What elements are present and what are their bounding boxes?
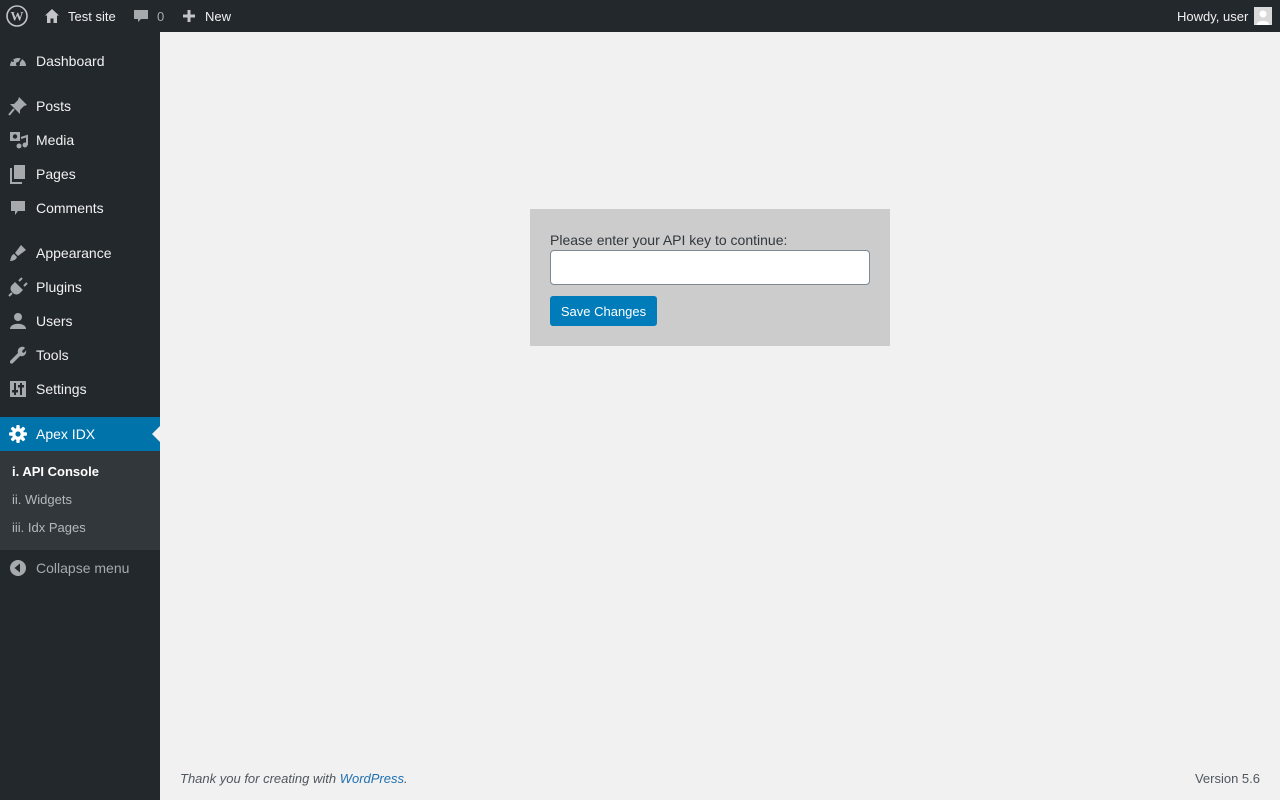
api-key-panel: Please enter your API key to continue: S…	[530, 209, 890, 346]
svg-text:W: W	[11, 9, 24, 24]
sidebar-item-dashboard[interactable]: Dashboard	[0, 44, 160, 78]
wordpress-logo-icon: W	[6, 5, 28, 27]
sidebar-item-users[interactable]: Users	[0, 304, 160, 338]
pin-icon	[8, 97, 27, 116]
wordpress-logo-button[interactable]: W	[6, 0, 28, 32]
sidebar-item-label: Media	[36, 132, 75, 148]
site-name-link[interactable]: Test site	[43, 0, 116, 32]
save-changes-button[interactable]: Save Changes	[550, 296, 657, 326]
sidebar-item-apex-idx[interactable]: Apex IDX	[0, 417, 160, 451]
settings-icon	[10, 381, 26, 397]
media-icon	[10, 132, 28, 149]
howdy-text: Howdy, user	[1177, 8, 1249, 24]
sidebar-item-label: Tools	[36, 347, 69, 363]
my-account-link[interactable]: Howdy, user	[1177, 0, 1273, 32]
brush-icon	[10, 245, 26, 261]
site-name: Test site	[68, 8, 116, 24]
sidebar-item-media[interactable]: Media	[0, 123, 160, 157]
sidebar-item-pages[interactable]: Pages	[0, 157, 160, 191]
dashboard-icon	[10, 55, 26, 66]
submenu-item-widgets[interactable]: ii. Widgets	[12, 492, 72, 507]
gear-icon	[9, 425, 27, 443]
sidebar-item-label: Apex IDX	[36, 426, 96, 442]
admin-bar: W Test site 0 New Howdy, user	[0, 0, 1280, 32]
plugin-icon	[8, 277, 28, 297]
footer-thanks-suffix: .	[404, 771, 408, 786]
footer-thanks: Thank you for creating with WordPress.	[180, 771, 408, 786]
sidebar-item-appearance[interactable]: Appearance	[0, 236, 160, 270]
apex-idx-submenu: i. API Console ii. Widgets iii. Idx Page…	[0, 451, 160, 550]
comments-link[interactable]: 0	[133, 0, 164, 32]
api-key-input[interactable]	[550, 250, 870, 285]
comments-count: 0	[157, 8, 165, 24]
collapse-arrow-icon	[10, 560, 26, 576]
sidebar-item-plugins[interactable]: Plugins	[0, 270, 160, 304]
new-content-link[interactable]: New	[181, 0, 231, 32]
wrench-icon	[10, 346, 27, 364]
sidebar-item-label: Dashboard	[36, 53, 105, 69]
plus-icon	[183, 10, 195, 22]
new-label: New	[205, 8, 232, 24]
collapse-menu-label: Collapse menu	[36, 560, 130, 576]
api-key-label: Please enter your API key to continue:	[550, 232, 788, 248]
sidebar-item-posts[interactable]: Posts	[0, 89, 160, 123]
current-menu-arrow	[152, 426, 160, 442]
wordpress-link[interactable]: WordPress	[340, 771, 404, 786]
sidebar-item-label: Comments	[36, 200, 104, 216]
sidebar-item-label: Plugins	[36, 279, 82, 295]
sidebar-item-settings[interactable]: Settings	[0, 372, 160, 406]
sidebar-item-label: Pages	[36, 166, 76, 182]
user-icon	[10, 313, 26, 329]
sidebar-item-tools[interactable]: Tools	[0, 338, 160, 372]
submenu-item-idx-pages[interactable]: iii. Idx Pages	[12, 520, 86, 535]
pages-icon	[10, 165, 25, 184]
avatar	[1254, 7, 1273, 25]
collapse-menu-button[interactable]: Collapse menu	[0, 551, 160, 585]
sidebar-item-label: Users	[36, 313, 73, 329]
sidebar-item-label: Appearance	[36, 245, 112, 261]
submenu-item-api-console[interactable]: i. API Console	[12, 464, 99, 479]
admin-sidebar: Dashboard Posts Media Pages Comments App…	[0, 32, 160, 800]
footer-thanks-prefix: Thank you for creating with	[180, 771, 340, 786]
comment-icon	[11, 201, 25, 215]
footer-version: Version 5.6	[1194, 771, 1260, 786]
sidebar-item-label: Posts	[36, 98, 72, 114]
sidebar-item-label: Settings	[36, 381, 87, 397]
comment-bubble-icon	[134, 10, 148, 22]
home-icon	[45, 9, 59, 23]
sidebar-item-comments[interactable]: Comments	[0, 191, 160, 225]
